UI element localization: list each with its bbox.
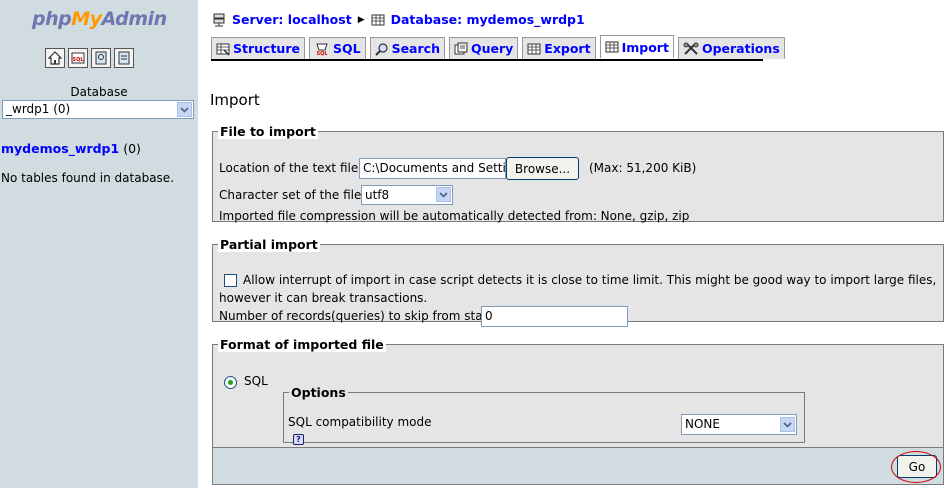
tab-import[interactable]: Import <box>599 35 674 58</box>
help-icon[interactable]: ? <box>293 434 304 445</box>
navigation-frame: phpMyAdmin SQL Database _wrdp1 (0) mydem… <box>0 0 198 488</box>
server-icon <box>213 13 225 26</box>
breadcrumb-database[interactable]: Database: mydemos_wrdp1 <box>391 12 585 27</box>
radio-selected-dot <box>228 380 233 385</box>
tab-export[interactable]: Export <box>522 37 596 59</box>
tab-sql[interactable]: SQL SQL <box>308 37 366 59</box>
page-title: Import <box>210 91 260 109</box>
form-footer: Go <box>212 448 944 485</box>
skip-records-input[interactable]: 0 <box>481 306 628 327</box>
database-label: Database <box>70 85 128 99</box>
breadcrumb-separator-icon: ▶ <box>357 14 365 25</box>
breadcrumb-server[interactable]: Server: localhost <box>232 12 352 27</box>
tab-label: Structure <box>233 41 300 56</box>
database-link-line: mydemos_wrdp1 (0) <box>1 141 141 156</box>
location-label: Location of the text file <box>219 161 359 175</box>
max-upload-size: (Max: 51,200 KiB) <box>589 161 697 175</box>
database-select[interactable]: _wrdp1 (0) <box>2 100 194 119</box>
chevron-down-icon[interactable] <box>177 102 192 117</box>
database-select-value: _wrdp1 (0) <box>6 102 71 116</box>
tab-bar: Structure SQL SQL Search Query Export Im… <box>211 35 785 59</box>
breadcrumb: Server: localhost ▶ Database: mydemos_wr… <box>212 12 585 27</box>
sql-icon: SQL <box>316 43 328 56</box>
operations-icon <box>683 42 699 55</box>
options-legend: Options <box>289 385 348 400</box>
phpmyadmin-logo[interactable]: phpMyAdmin <box>32 8 167 30</box>
charset-select[interactable]: utf8 <box>361 185 453 205</box>
highlight-ring <box>891 451 941 483</box>
sql-format-radio[interactable] <box>224 376 237 389</box>
file-path-input[interactable]: C:\Documents and Settin <box>359 158 506 179</box>
sql-format-label: SQL <box>244 374 268 388</box>
home-icon[interactable] <box>45 48 65 68</box>
tab-label: Operations <box>701 41 780 56</box>
allow-interrupt-label: Allow interrupt of import in case script… <box>243 273 937 287</box>
tab-label: Import <box>621 39 669 55</box>
format-legend: Format of imported file <box>218 337 386 352</box>
nav-icon-bar: SQL <box>45 48 134 68</box>
partial-import-legend: Partial import <box>218 237 320 252</box>
database-table-count: (0) <box>123 141 141 156</box>
no-tables-message: No tables found in database. <box>1 171 175 185</box>
file-to-import-legend: File to import <box>218 124 318 139</box>
chevron-down-icon[interactable] <box>780 417 795 432</box>
skip-records-label: Number of records(queries) to skip from … <box>219 309 493 323</box>
tab-query[interactable]: Query <box>448 37 519 59</box>
import-icon <box>605 41 619 53</box>
file-to-import-fieldset: File to import Location of the text file… <box>212 124 944 223</box>
chevron-down-icon[interactable] <box>436 187 451 202</box>
options-fieldset: Options SQL compatibility mode ? NONE <box>283 385 805 445</box>
query-icon <box>454 42 468 54</box>
tab-underline <box>211 59 763 61</box>
tab-label: Export <box>544 41 591 56</box>
sql-query-window-icon[interactable]: SQL <box>68 48 88 68</box>
export-icon <box>527 43 541 54</box>
tab-structure[interactable]: Structure <box>211 37 305 59</box>
search-icon <box>374 42 388 56</box>
browse-button[interactable]: Browse... <box>506 157 579 180</box>
compat-mode-select[interactable]: NONE <box>681 414 797 435</box>
mysql-documentation-icon[interactable] <box>114 48 134 68</box>
charset-select-value: utf8 <box>365 188 390 202</box>
documentation-icon[interactable] <box>91 48 111 68</box>
charset-label: Character set of the file: <box>219 188 366 202</box>
tab-label: Search <box>391 41 440 56</box>
format-fieldset: Format of imported file SQL Options SQL … <box>212 337 944 448</box>
svg-text:SQL: SQL <box>316 51 328 56</box>
compat-mode-select-value: NONE <box>685 417 720 431</box>
database-link[interactable]: mydemos_wrdp1 <box>1 141 119 156</box>
database-icon <box>371 14 385 25</box>
compat-mode-label: SQL compatibility mode <box>288 415 432 429</box>
structure-icon <box>216 43 230 56</box>
tab-operations[interactable]: Operations <box>677 37 785 59</box>
tab-search[interactable]: Search <box>369 37 445 59</box>
tab-label: Query <box>470 41 514 56</box>
allow-interrupt-checkbox[interactable] <box>224 274 237 287</box>
partial-import-fieldset: Partial import Allow interrupt of import… <box>212 237 944 327</box>
compression-note: Imported file compression will be automa… <box>219 209 690 223</box>
svg-text:SQL: SQL <box>72 57 84 63</box>
allow-interrupt-label-continued: however it can break transactions. <box>219 291 428 305</box>
tab-label: SQL <box>332 41 361 56</box>
